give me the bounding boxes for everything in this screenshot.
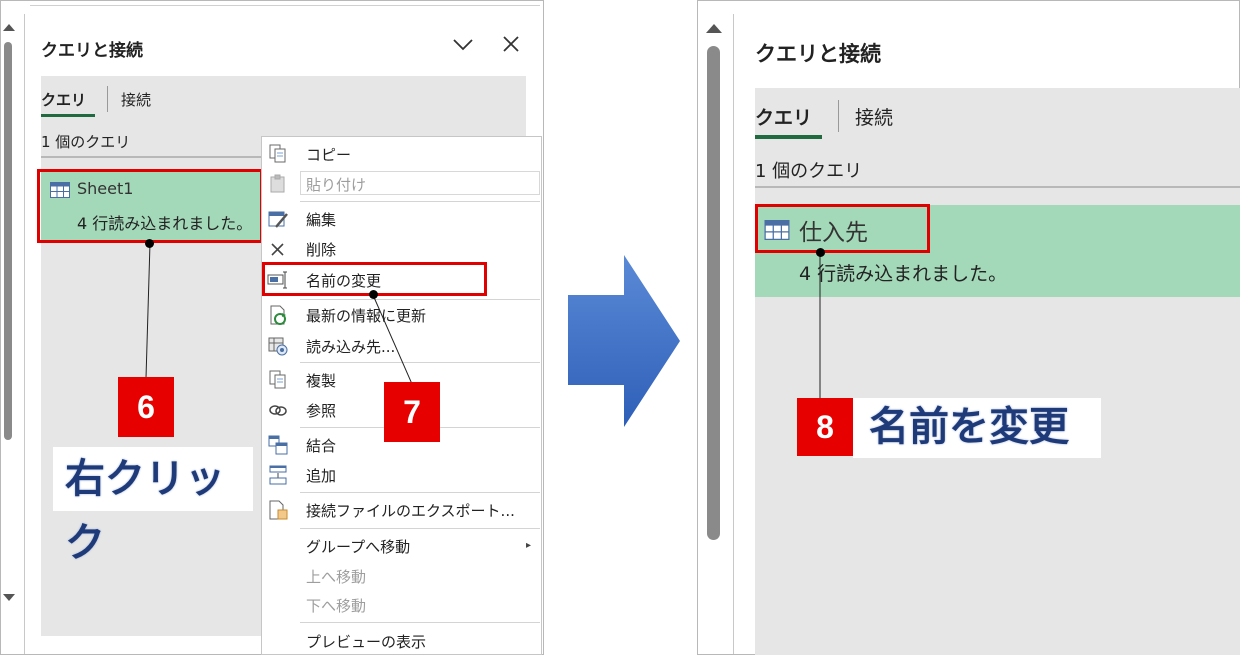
step-7-badge: 7: [384, 382, 440, 442]
callout-anchor-dot: [145, 239, 154, 248]
step-8-badge: 8: [797, 398, 853, 456]
callout-anchor-dot: [369, 290, 378, 299]
callout-anchor-dot: [816, 248, 825, 257]
step-6-label: 右クリック: [53, 447, 253, 565]
step-8-label: 名前を変更: [853, 398, 1101, 458]
callout-leader-lines: [819, 253, 821, 400]
right-arrow-icon: [568, 255, 680, 427]
step-6-badge: 6: [118, 377, 174, 437]
